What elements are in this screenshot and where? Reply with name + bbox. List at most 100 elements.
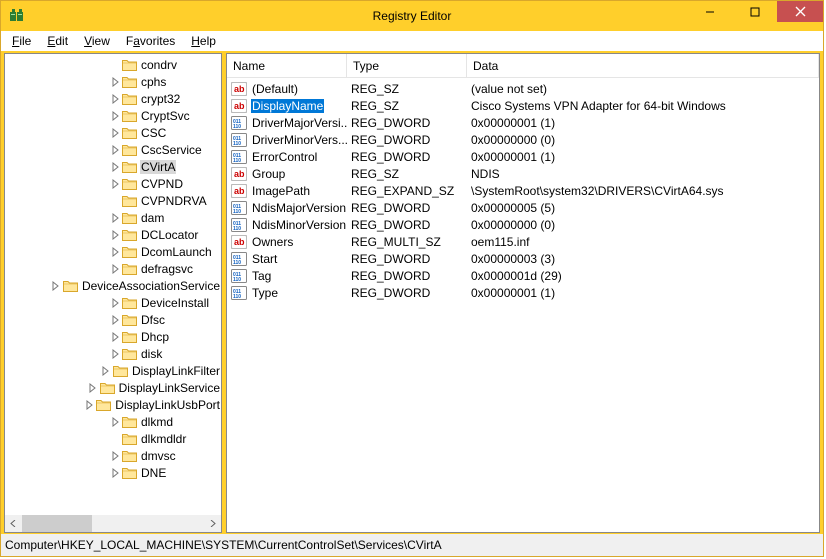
scroll-left-button[interactable] [5,515,22,532]
list-row[interactable]: ImagePathREG_EXPAND_SZ\SystemRoot\system… [227,182,819,199]
expander-closed-icon[interactable] [110,332,120,342]
list-row[interactable]: DriverMajorVersi...REG_DWORD0x00000001 (… [227,114,819,131]
tree-item[interactable]: DeviceInstall [5,294,221,311]
tree-item[interactable]: dmvsc [5,447,221,464]
binary-value-icon [231,132,247,148]
menu-file[interactable]: File [5,33,38,49]
list-row[interactable]: GroupREG_SZNDIS [227,165,819,182]
list-row[interactable]: DriverMinorVers...REG_DWORD0x00000000 (0… [227,131,819,148]
tree-item[interactable]: CVPNDRVA [5,192,221,209]
tree-item[interactable]: DisplayLinkFilter [5,362,221,379]
expander-closed-icon[interactable] [110,298,120,308]
cell-data: \SystemRoot\system32\DRIVERS\CVirtA64.sy… [467,184,819,198]
tree-item[interactable]: cphs [5,73,221,90]
binary-value-icon [231,217,247,233]
tree-item[interactable]: CVirtA [5,158,221,175]
tree-item[interactable]: condrv [5,56,221,73]
expander-closed-icon[interactable] [110,145,120,155]
list-row[interactable]: ErrorControlREG_DWORD0x00000001 (1) [227,148,819,165]
list-row[interactable]: TagREG_DWORD0x0000001d (29) [227,267,819,284]
tree-item[interactable]: dlkmdldr [5,430,221,447]
expander-closed-icon[interactable] [110,349,120,359]
tree-body[interactable]: condrvcphscrypt32CryptSvcCSCCscServiceCV… [5,54,221,515]
tree-item-label: CscService [140,143,203,157]
tree-item-label: CVPND [140,177,184,191]
expander-closed-icon[interactable] [110,162,120,172]
col-header-type[interactable]: Type [347,54,467,77]
list-row[interactable]: OwnersREG_MULTI_SZoem115.inf [227,233,819,250]
expander-closed-icon[interactable] [51,281,61,291]
tree-item[interactable]: disk [5,345,221,362]
window: Registry Editor File Edit View Favorites… [0,0,824,557]
scroll-thumb[interactable] [22,515,92,532]
menu-view[interactable]: View [77,33,117,49]
expander-closed-icon[interactable] [84,400,94,410]
tree-item[interactable]: DCLocator [5,226,221,243]
expander-closed-icon[interactable] [110,213,120,223]
tree-item[interactable]: CryptSvc [5,107,221,124]
list-row[interactable]: TypeREG_DWORD0x00000001 (1) [227,284,819,301]
expander-closed-icon[interactable] [101,366,111,376]
expander-closed-icon[interactable] [110,247,120,257]
cell-type: REG_DWORD [347,218,467,232]
list-header: Name Type Data [227,54,819,78]
expander-closed-icon[interactable] [110,111,120,121]
tree-item[interactable]: CSC [5,124,221,141]
binary-value-icon [231,251,247,267]
expander-closed-icon[interactable] [88,383,98,393]
expander-closed-icon[interactable] [110,315,120,325]
binary-value-icon [231,285,247,301]
tree-hscrollbar[interactable] [5,515,221,532]
tree-item-label: DCLocator [140,228,199,242]
tree-item[interactable]: CVPND [5,175,221,192]
tree-item[interactable]: Dfsc [5,311,221,328]
tree-item[interactable]: Dhcp [5,328,221,345]
folder-icon [113,364,128,377]
tree-item[interactable]: dam [5,209,221,226]
list-row[interactable]: NdisMinorVersionREG_DWORD0x00000000 (0) [227,216,819,233]
expander-closed-icon[interactable] [110,179,120,189]
tree-item[interactable]: DNE [5,464,221,481]
list-body[interactable]: (Default)REG_SZ(value not set)DisplayNam… [227,78,819,532]
list-row[interactable]: NdisMajorVersionREG_DWORD0x00000005 (5) [227,199,819,216]
minimize-button[interactable] [687,1,732,22]
cell-type: REG_SZ [347,82,467,96]
expander-closed-icon[interactable] [110,468,120,478]
folder-icon [122,228,137,241]
menu-help[interactable]: Help [184,33,223,49]
tree-item[interactable]: defragsvc [5,260,221,277]
menu-edit[interactable]: Edit [40,33,75,49]
expander-closed-icon[interactable] [110,230,120,240]
close-button[interactable] [777,1,823,22]
scroll-track[interactable] [22,515,204,532]
col-header-data[interactable]: Data [467,54,819,77]
status-path: Computer\HKEY_LOCAL_MACHINE\SYSTEM\Curre… [5,538,442,552]
value-name: DriverMajorVersi... [251,116,347,130]
expander-closed-icon[interactable] [110,264,120,274]
tree-item[interactable]: DisplayLinkUsbPort [5,396,221,413]
col-header-name[interactable]: Name [227,54,347,77]
tree-item[interactable]: DisplayLinkService [5,379,221,396]
value-name: Owners [251,235,294,249]
value-name: ErrorControl [251,150,318,164]
list-row[interactable]: DisplayNameREG_SZCisco Systems VPN Adapt… [227,97,819,114]
tree-item[interactable]: DcomLaunch [5,243,221,260]
list-row[interactable]: (Default)REG_SZ(value not set) [227,80,819,97]
titlebar[interactable]: Registry Editor [1,1,823,31]
expander-closed-icon[interactable] [110,94,120,104]
list-row[interactable]: StartREG_DWORD0x00000003 (3) [227,250,819,267]
maximize-button[interactable] [732,1,777,22]
expander-closed-icon[interactable] [110,417,120,427]
menu-favorites[interactable]: Favorites [119,33,182,49]
scroll-right-button[interactable] [204,515,221,532]
expander-closed-icon[interactable] [110,451,120,461]
statusbar: Computer\HKEY_LOCAL_MACHINE\SYSTEM\Curre… [1,533,823,556]
expander-closed-icon[interactable] [110,128,120,138]
tree-item[interactable]: dlkmd [5,413,221,430]
tree-item-label: dlkmdldr [140,432,187,446]
folder-icon [122,126,137,139]
tree-item[interactable]: crypt32 [5,90,221,107]
tree-item[interactable]: CscService [5,141,221,158]
tree-item[interactable]: DeviceAssociationService [5,277,221,294]
expander-closed-icon[interactable] [110,77,120,87]
